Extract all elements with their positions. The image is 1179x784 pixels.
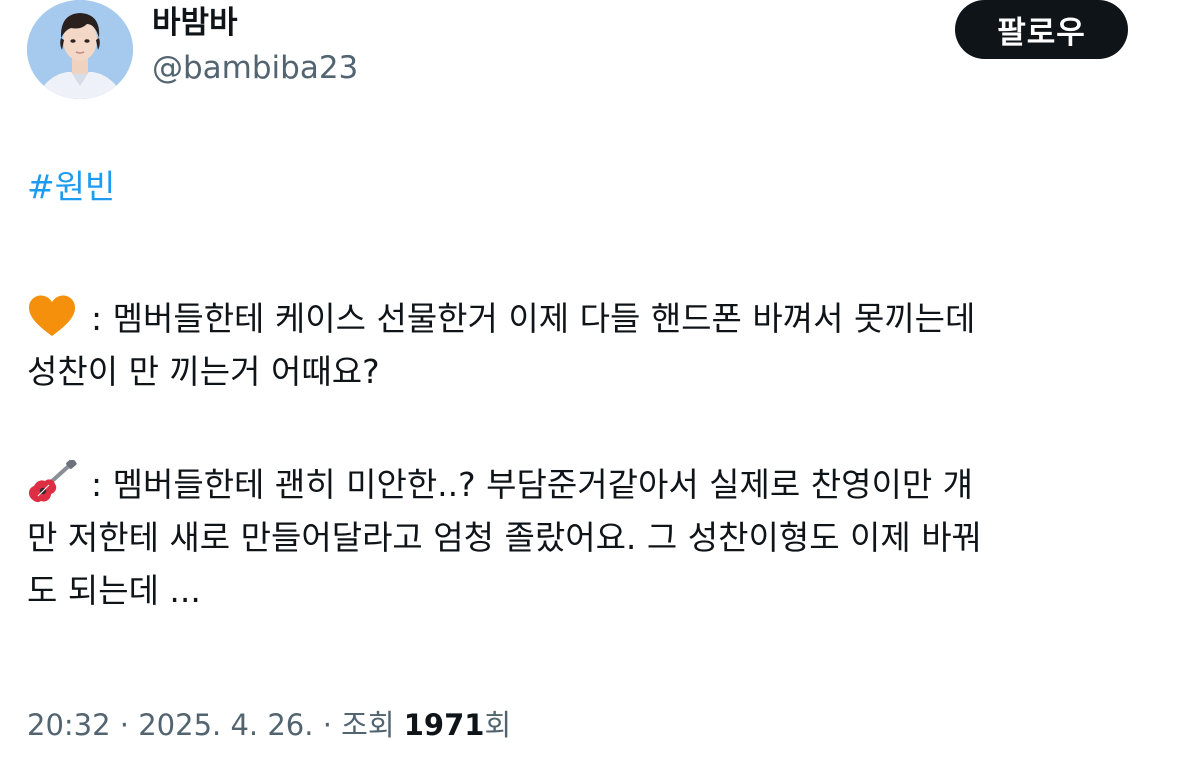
paragraph-2-line-1: : 멤버들한테 괜히 미안한..? 부담준거같아서 실제로 찬영이만 걔 [27, 458, 1157, 511]
paragraph-1-line-1: : 멤버들한테 케이스 선물한거 이제 다들 핸드폰 바껴서 못끼는데 [27, 292, 1157, 345]
tweet-header: 바밤바 @bambiba23 팔로우 [0, 0, 1179, 110]
tweet-meta: 20:32 · 2025. 4. 26. · 조회 1971회 [27, 705, 511, 745]
hashtag-link[interactable]: #원빈 [27, 160, 115, 213]
guitar-icon [28, 460, 77, 503]
meta-separator: · [110, 708, 139, 742]
paragraph-1-line-2: 성찬이 만 끼는거 어때요? [27, 352, 380, 391]
orange-heart-icon [29, 295, 75, 336]
avatar[interactable] [27, 0, 133, 99]
paragraph-1-line-1-text: : 멤버들한테 케이스 선물한거 이제 다들 핸드폰 바껴서 못끼는데 [91, 299, 976, 338]
user-handle[interactable]: @bambiba23 [152, 50, 358, 86]
tweet-text: #원빈 : 멤버들한테 케이스 선물한거 이제 다들 핸드폰 바껴서 못끼는데 … [27, 160, 1157, 617]
paragraph-2-line-3: 도 되는데 ... [27, 571, 201, 610]
views-label: 조회 [341, 708, 404, 742]
tweet-time[interactable]: 20:32 [27, 708, 111, 742]
follow-button[interactable]: 팔로우 [955, 0, 1128, 59]
views-suffix: 회 [484, 708, 512, 742]
tweet-date[interactable]: 2025. 4. 26. [138, 708, 313, 742]
paragraph-2-line-2: 만 저한테 새로 만들어달라고 엄청 졸랐어요. 그 성찬이형도 이제 바꿔 [27, 518, 982, 557]
meta-separator: · [313, 708, 342, 742]
display-name[interactable]: 바밤바 [152, 5, 238, 41]
avatar-image [27, 0, 133, 99]
paragraph-2-line-1-text: : 멤버들한테 괜히 미안한..? 부담준거같아서 실제로 찬영이만 걔 [91, 465, 974, 504]
views-count: 1971 [403, 708, 485, 742]
